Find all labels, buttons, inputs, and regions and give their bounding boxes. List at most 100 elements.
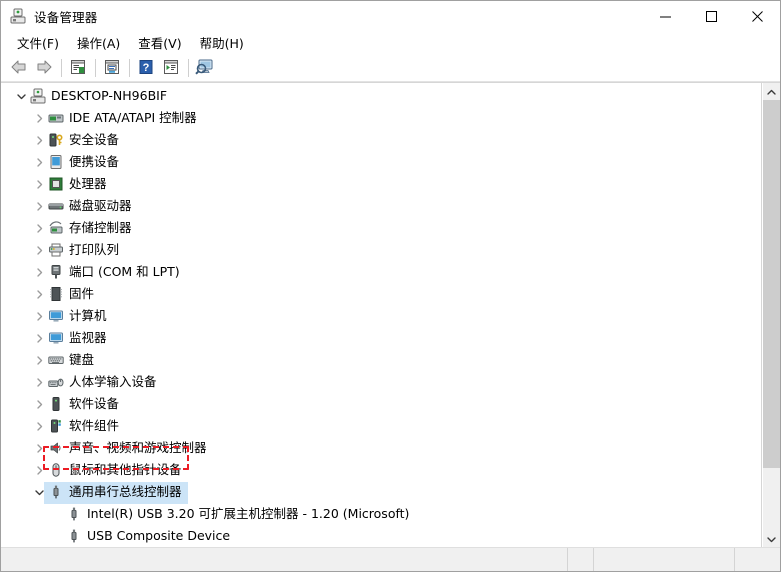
menu-bar: 文件(F) 操作(A) 查看(V) 帮助(H) [1, 31, 780, 55]
scroll-down-button[interactable] [763, 530, 780, 547]
usb-controller-icon [47, 484, 65, 500]
print-queue-icon [47, 242, 65, 258]
toolbar-separator-1 [61, 59, 62, 77]
tree-label-mice-pointing-devices: 鼠标和其他指针设备 [69, 462, 182, 477]
tree-row-software-devices[interactable]: 软件设备 [1, 393, 761, 415]
ide-controller-icon [47, 110, 65, 126]
menu-help[interactable]: 帮助(H) [191, 31, 253, 55]
tree-row-firmware[interactable]: 固件 [1, 283, 761, 305]
tree-label-processors: 处理器 [69, 176, 107, 191]
hid-icon [47, 374, 65, 390]
back-button[interactable] [7, 57, 31, 79]
chevron-right-icon[interactable] [31, 107, 47, 129]
tree-label-keyboards: 键盘 [69, 352, 95, 367]
status-pane-3 [594, 548, 735, 571]
chevron-right-icon[interactable] [31, 393, 47, 415]
help-button[interactable]: ? [134, 57, 158, 79]
monitor-icon [47, 330, 65, 346]
chevron-right-icon[interactable] [31, 261, 47, 283]
tree-row-processors[interactable]: 处理器 [1, 173, 761, 195]
security-device-icon [47, 132, 65, 148]
tree-row-usb-device[interactable]: Intel(R) USB 3.20 可扩展主机控制器 - 1.20 (Micro… [1, 503, 761, 525]
chevron-right-icon[interactable] [31, 151, 47, 173]
tree-label-software-devices: 软件设备 [69, 396, 120, 411]
chevron-right-icon[interactable] [31, 195, 47, 217]
chevron-right-icon[interactable] [31, 371, 47, 393]
tree-row-usb-device[interactable]: USB Composite Device [1, 525, 761, 547]
menu-action[interactable]: 操作(A) [68, 31, 129, 55]
tree-label-sound-video-game-controllers: 声音、视频和游戏控制器 [69, 440, 207, 455]
status-pane-4 [735, 548, 780, 571]
chevron-down-icon[interactable] [13, 85, 29, 107]
chevron-right-icon[interactable] [31, 327, 47, 349]
update-driver-icon [103, 59, 121, 78]
chevron-down-icon [767, 532, 776, 546]
device-tree[interactable]: DESKTOP-NH96BIF IDE ATA/ATAPI 控制器 安全设备 便… [1, 83, 762, 547]
device-manager-window: 设备管理器 文件(F) 操作(A) 查看(V) 帮助(H) ? DESKTOP-… [0, 0, 781, 572]
chevron-right-icon[interactable] [31, 217, 47, 239]
tree-row-usb-controllers[interactable]: 通用串行总线控制器 [1, 481, 761, 504]
menu-file[interactable]: 文件(F) [8, 31, 68, 55]
tree-row-root[interactable]: DESKTOP-NH96BIF [1, 85, 761, 107]
tree-row-sound-video-game-controllers[interactable]: 声音、视频和游戏控制器 [1, 437, 761, 459]
mouse-icon [47, 462, 65, 478]
tree-label-ide-controllers: IDE ATA/ATAPI 控制器 [69, 110, 197, 125]
tree-row-monitors[interactable]: 监视器 [1, 327, 761, 349]
arrow-right-icon [35, 59, 53, 78]
chevron-right-icon[interactable] [31, 239, 47, 261]
forward-button[interactable] [32, 57, 56, 79]
tree-row-software-components[interactable]: 软件组件 [1, 415, 761, 437]
tree-row-storage-controllers[interactable]: 存储控制器 [1, 217, 761, 239]
tree-row-computer[interactable]: 计算机 [1, 305, 761, 327]
computer-icon [29, 88, 47, 104]
tree-row-disk-drives[interactable]: 磁盘驱动器 [1, 195, 761, 217]
chevron-right-icon[interactable] [31, 283, 47, 305]
tree-label-usb-device: USB Composite Device [87, 528, 231, 543]
tree-row-ide-controllers[interactable]: IDE ATA/ATAPI 控制器 [1, 107, 761, 129]
update-driver-button[interactable] [100, 57, 124, 79]
scrollbar-thumb[interactable] [763, 100, 780, 468]
chevron-right-icon[interactable] [31, 173, 47, 195]
tree-row-ports[interactable]: 端口 (COM 和 LPT) [1, 261, 761, 283]
sound-video-game-icon [47, 440, 65, 456]
chevron-right-icon[interactable] [31, 459, 47, 481]
processor-icon [47, 176, 65, 192]
software-device-icon [47, 396, 65, 412]
tree-row-portable-devices[interactable]: 便携设备 [1, 151, 761, 173]
minimize-button[interactable] [642, 1, 688, 31]
tree-row-keyboards[interactable]: 键盘 [1, 349, 761, 371]
tree-row-print-queues[interactable]: 打印队列 [1, 239, 761, 261]
chevron-right-icon[interactable] [31, 305, 47, 327]
chevron-up-icon [767, 85, 776, 99]
close-button[interactable] [734, 1, 780, 31]
tree-row-mice-pointing-devices[interactable]: 鼠标和其他指针设备 [1, 459, 761, 481]
chevron-right-icon[interactable] [31, 437, 47, 459]
window-controls [642, 1, 780, 31]
show-hidden-devices-button[interactable] [193, 57, 217, 79]
chevron-right-icon[interactable] [31, 415, 47, 437]
maximize-button[interactable] [688, 1, 734, 31]
vertical-scrollbar[interactable] [762, 83, 780, 547]
arrow-left-icon [10, 59, 28, 78]
tree-row-security-devices[interactable]: 安全设备 [1, 129, 761, 151]
chevron-right-icon[interactable] [31, 129, 47, 151]
portable-device-icon [47, 154, 65, 170]
computer-monitor-icon [47, 308, 65, 324]
scan-hardware-button[interactable] [159, 57, 183, 79]
scroll-up-button[interactable] [763, 83, 780, 100]
properties-button[interactable] [66, 57, 90, 79]
chevron-down-icon[interactable] [31, 481, 47, 503]
tree-label-portable-devices: 便携设备 [69, 154, 120, 169]
toolbar-separator-4 [188, 59, 189, 77]
tree-row-hid-devices[interactable]: 人体学输入设备 [1, 371, 761, 393]
tree-label-software-components: 软件组件 [69, 418, 120, 433]
tree-label-monitors: 监视器 [69, 330, 107, 345]
menu-view[interactable]: 查看(V) [129, 31, 190, 55]
tree-label-storage-controllers: 存储控制器 [69, 220, 132, 235]
properties-icon [69, 59, 87, 78]
toolbar: ? [1, 55, 780, 82]
svg-text:?: ? [143, 62, 150, 74]
status-bar [1, 547, 780, 571]
chevron-right-icon[interactable] [31, 349, 47, 371]
scrollbar-track[interactable] [763, 100, 780, 530]
